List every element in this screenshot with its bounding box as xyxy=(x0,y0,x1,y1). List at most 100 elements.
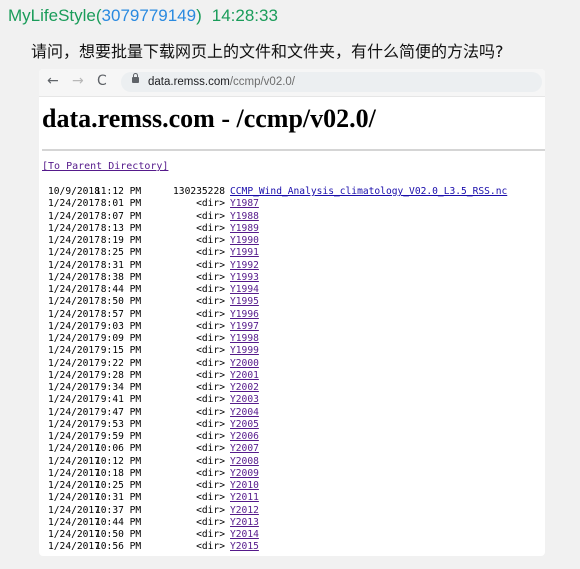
listing-entry-link[interactable]: Y2013 xyxy=(230,517,259,529)
listing-row: 1/24/2017 9:59 PM <dir> Y2006 xyxy=(39,431,545,443)
listing-time: 9:47 PM xyxy=(95,406,142,418)
url-host: data.remss.com xyxy=(148,76,230,88)
listing-row: 1/24/2017 8:01 PM <dir> Y1987 xyxy=(39,198,545,210)
listing-date: 1/24/2017 xyxy=(48,308,100,320)
listing-time: 9:15 PM xyxy=(95,345,142,357)
listing-entry-link[interactable]: Y2010 xyxy=(230,480,259,492)
listing-date: 1/24/2017 xyxy=(48,198,100,210)
listing-date: 1/24/2017 xyxy=(48,529,100,540)
listing-size: <dir> xyxy=(196,418,225,430)
listing-entry-link[interactable]: Y2011 xyxy=(230,492,259,504)
listing-time: 10:56 PM xyxy=(95,541,142,553)
listing-entry-link[interactable]: Y2004 xyxy=(230,407,259,419)
url-text[interactable]: data.remss.com/ccmp/v02.0/ xyxy=(148,72,295,92)
reload-icon[interactable]: C xyxy=(97,73,107,89)
listing-size: <dir> xyxy=(196,443,225,455)
listing-time: 8:31 PM xyxy=(95,259,142,271)
listing-size: <dir> xyxy=(196,259,225,271)
listing-entry-link[interactable]: Y2006 xyxy=(230,431,259,443)
listing-entry-link[interactable]: Y1994 xyxy=(230,284,259,296)
listing-date: 1/24/2017 xyxy=(48,406,100,418)
listing-entry-link[interactable]: Y1989 xyxy=(230,223,259,235)
listing-date: 1/24/2017 xyxy=(48,247,100,259)
listing-row: 1/24/2017 8:31 PM <dir> Y1992 xyxy=(39,260,545,272)
listing-size: <dir> xyxy=(196,357,225,369)
listing-entry-link[interactable]: Y1991 xyxy=(230,247,259,259)
listing-time: 9:03 PM xyxy=(95,320,142,332)
listing-entry-link[interactable]: Y2007 xyxy=(230,443,259,455)
listing-size: <dir> xyxy=(196,541,225,553)
listing-entry-link[interactable]: Y1996 xyxy=(230,309,259,321)
listing-entry-link[interactable]: Y2000 xyxy=(230,358,259,370)
listing-time: 9:22 PM xyxy=(95,357,142,369)
listing-entry-link[interactable]: Y1999 xyxy=(230,345,259,357)
listing-time: 10:37 PM xyxy=(95,504,142,516)
listing-entry-link[interactable]: Y1995 xyxy=(230,296,259,308)
listing-date: 1/24/2017 xyxy=(48,455,100,467)
listing-date: 1/24/2017 xyxy=(48,259,100,271)
listing-row: 1/24/2017 10:25 PM <dir> Y2010 xyxy=(39,480,545,492)
listing-row: 1/24/2017 10:06 PM <dir> Y2007 xyxy=(39,443,545,455)
listing-entry-link[interactable]: Y2015 xyxy=(230,541,259,553)
listing-size: <dir> xyxy=(196,222,225,234)
listing-time: 10:44 PM xyxy=(95,516,142,528)
back-arrow-icon[interactable]: ← xyxy=(47,73,59,89)
listing-size: <dir> xyxy=(196,480,225,491)
forward-arrow-icon[interactable]: → xyxy=(72,73,84,89)
listing-date: 1/24/2017 xyxy=(48,296,100,308)
listing-date: 1/24/2017 xyxy=(48,382,100,393)
listing-entry-link[interactable]: Y2014 xyxy=(230,529,259,541)
listing-time: 10:06 PM xyxy=(95,443,142,455)
listing-size: <dir> xyxy=(196,198,225,210)
listing-entry-link[interactable]: Y1992 xyxy=(230,260,259,272)
listing-date: 1/24/2017 xyxy=(48,369,100,381)
listing-row: 1/24/2017 10:44 PM <dir> Y2013 xyxy=(39,517,545,529)
listing-time: 8:07 PM xyxy=(95,210,142,222)
listing-size: <dir> xyxy=(196,394,225,406)
address-bar[interactable]: data.remss.com/ccmp/v02.0/ xyxy=(121,72,542,92)
listing-entry-link[interactable]: Y1998 xyxy=(230,333,259,345)
listing-entry-link[interactable]: Y2002 xyxy=(230,382,259,394)
listing-entry-link[interactable]: Y1988 xyxy=(230,211,259,223)
listing-size: <dir> xyxy=(196,271,225,283)
listing-entry-link[interactable]: Y1993 xyxy=(230,272,259,284)
listing-row: 1/24/2017 9:03 PM <dir> Y1997 xyxy=(39,321,545,333)
listing-time: 9:09 PM xyxy=(95,333,142,344)
listing-time: 8:13 PM xyxy=(95,222,142,234)
listing-date: 1/24/2017 xyxy=(48,467,100,479)
listing-date: 1/24/2017 xyxy=(48,320,100,332)
listing-size: <dir> xyxy=(196,333,225,344)
listing-time: 11:12 PM xyxy=(95,186,142,197)
listing-size: <dir> xyxy=(196,455,225,467)
listing-time: 9:41 PM xyxy=(95,394,142,406)
listing-entry-link[interactable]: Y2012 xyxy=(230,505,259,517)
listing-entry-link[interactable]: Y2003 xyxy=(230,394,259,406)
listing-time: 9:28 PM xyxy=(95,369,142,381)
listing-size: <dir> xyxy=(196,382,225,393)
listing-size: <dir> xyxy=(196,431,225,442)
sender-uid-link[interactable]: 3079779149 xyxy=(102,6,197,25)
listing-size: <dir> xyxy=(196,296,225,308)
listing-date: 10/9/2018 xyxy=(48,186,100,197)
browser-toolbar: ← → C data.remss.com/ccmp/v02.0/ xyxy=(39,69,545,97)
listing-entry-link[interactable]: Y2008 xyxy=(230,456,259,468)
listing-row: 1/24/2017 9:28 PM <dir> Y2001 xyxy=(39,370,545,382)
parent-directory-link[interactable]: [To Parent Directory] xyxy=(42,161,168,172)
listing-entry-link[interactable]: Y1990 xyxy=(230,235,259,247)
listing-entry-link[interactable]: Y1997 xyxy=(230,321,259,333)
listing-date: 1/24/2017 xyxy=(48,394,100,406)
listing-row: 1/24/2017 9:47 PM <dir> Y2004 xyxy=(39,407,545,419)
browser-screenshot: ← → C data.remss.com/ccmp/v02.0/ data.re… xyxy=(39,69,545,556)
listing-entry-link[interactable]: Y2009 xyxy=(230,468,259,480)
listing-date: 1/24/2017 xyxy=(48,235,100,246)
sender-name[interactable]: MyLifeStyle xyxy=(8,6,96,25)
listing-entry-link[interactable]: CCMP_Wind_Analysis_climatology_V02.0_L3.… xyxy=(230,186,507,198)
listing-entry-link[interactable]: Y1987 xyxy=(230,198,259,210)
listing-size: <dir> xyxy=(196,247,225,259)
listing-entry-link[interactable]: Y2005 xyxy=(230,419,259,431)
listing-date: 1/24/2017 xyxy=(48,431,100,442)
listing-row: 1/24/2017 8:44 PM <dir> Y1994 xyxy=(39,284,545,296)
listing-size: <dir> xyxy=(196,235,225,246)
listing-entry-link[interactable]: Y2001 xyxy=(230,370,259,382)
listing-row: 1/24/2017 10:37 PM <dir> Y2012 xyxy=(39,505,545,517)
